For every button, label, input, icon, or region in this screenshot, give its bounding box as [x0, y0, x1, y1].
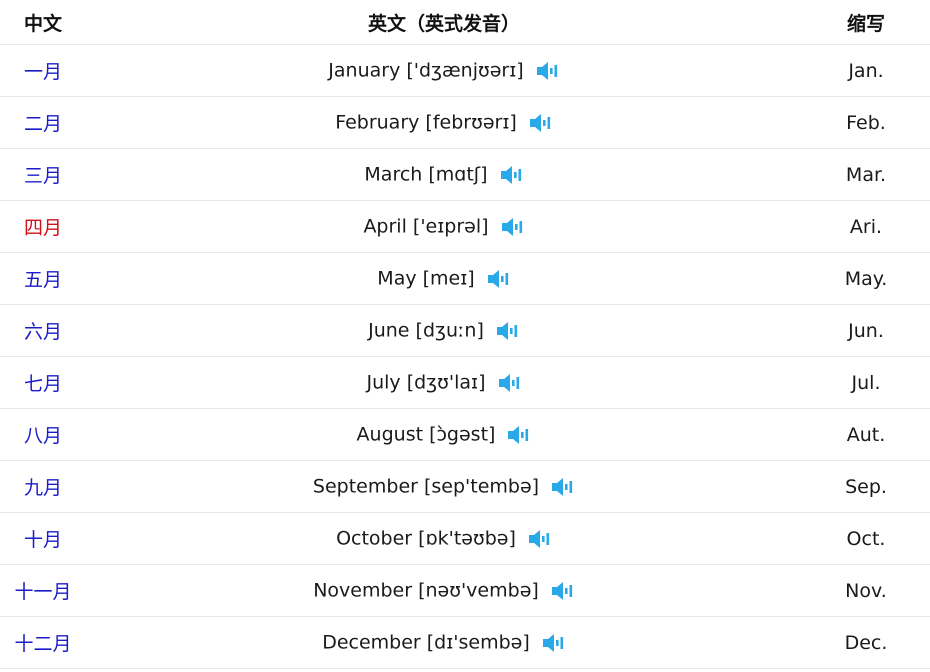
month-abbreviation: Jan. [802, 44, 930, 97]
month-chinese: 一月 [0, 44, 86, 97]
table-row: 七月 July [dʒʊ'laɪ] Jul. [0, 356, 930, 409]
table-row: 五月 May [meɪ] May. [0, 252, 930, 305]
month-abbreviation: Ari. [802, 200, 930, 253]
speaker-icon[interactable] [542, 632, 566, 654]
speaker-icon[interactable] [501, 216, 525, 238]
month-chinese: 九月 [0, 460, 86, 513]
table-row: 三月 March [mɑtʃ] Mar. [0, 148, 930, 201]
month-english-cell: January ['dʒænjʊərɪ] [86, 44, 802, 97]
month-abbreviation: Sep. [802, 460, 930, 513]
month-abbreviation: Nov. [802, 564, 930, 617]
speaker-icon[interactable] [536, 60, 560, 82]
header-abbreviation: 缩写 [802, 0, 930, 45]
month-chinese: 六月 [0, 304, 86, 357]
month-english: February [febrʊərɪ] [335, 111, 517, 134]
month-chinese: 七月 [0, 356, 86, 409]
month-chinese: 二月 [0, 96, 86, 149]
months-table: 中文 英文（英式发音） 缩写 一月 January ['dʒænjʊərɪ] Jan… [0, 0, 930, 669]
month-abbreviation: Dec. [802, 616, 930, 669]
month-chinese: 三月 [0, 148, 86, 201]
month-english-cell: July [dʒʊ'laɪ] [86, 356, 802, 409]
table-row: 四月 April ['eɪprəl] Ari. [0, 200, 930, 253]
month-abbreviation: Oct. [802, 512, 930, 565]
month-english: December [dɪ'sembə] [322, 631, 530, 654]
month-english-cell: December [dɪ'sembə] [86, 616, 802, 669]
month-abbreviation: Feb. [802, 96, 930, 149]
month-chinese: 十一月 [0, 564, 86, 617]
month-english-cell: November [nəʊ'vembə] [86, 564, 802, 617]
month-chinese: 十二月 [0, 616, 86, 669]
month-chinese: 五月 [0, 252, 86, 305]
speaker-icon[interactable] [496, 320, 520, 342]
month-english-cell: September [sep'tembə] [86, 460, 802, 513]
month-abbreviation: Mar. [802, 148, 930, 201]
month-english-cell: March [mɑtʃ] [86, 148, 802, 201]
speaker-icon[interactable] [551, 476, 575, 498]
header-english: 英文（英式发音） [86, 0, 802, 45]
month-english: August [ɔ̀gəst] [356, 423, 496, 446]
table-row: 十月 October [ɒk'təʊbə] Oct. [0, 512, 930, 565]
speaker-icon[interactable] [529, 112, 553, 134]
table-row: 一月 January ['dʒænjʊərɪ] Jan. [0, 44, 930, 97]
month-abbreviation: Aut. [802, 408, 930, 461]
month-english: September [sep'tembə] [312, 475, 540, 498]
month-chinese: 十月 [0, 512, 86, 565]
speaker-icon[interactable] [528, 528, 552, 550]
month-english: January ['dʒænjʊərɪ] [328, 59, 524, 82]
month-english-cell: June [dʒuːn] [86, 304, 802, 357]
month-english-cell: February [febrʊərɪ] [86, 96, 802, 149]
month-chinese: 四月 [0, 200, 86, 253]
month-english-cell: April ['eɪprəl] [86, 200, 802, 253]
month-english: October [ɒk'təʊbə] [336, 527, 516, 550]
table-row: 十一月 November [nəʊ'vembə] Nov. [0, 564, 930, 617]
table-row: 八月 August [ɔ̀gəst] Aut. [0, 408, 930, 461]
table-row: 二月 February [febrʊərɪ] Feb. [0, 96, 930, 149]
month-english-cell: August [ɔ̀gəst] [86, 408, 802, 461]
table-row: 六月 June [dʒuːn] Jun. [0, 304, 930, 357]
month-english: March [mɑtʃ] [364, 163, 488, 186]
month-chinese: 八月 [0, 408, 86, 461]
speaker-icon[interactable] [507, 424, 531, 446]
month-english: June [dʒuːn] [368, 319, 484, 342]
table-row: 九月 September [sep'tembə] Sep. [0, 460, 930, 513]
month-english: April ['eɪprəl] [363, 215, 489, 238]
speaker-icon[interactable] [498, 372, 522, 394]
month-english: July [dʒʊ'laɪ] [366, 371, 486, 394]
table-row: 十二月 December [dɪ'sembə] Dec. [0, 616, 930, 669]
header-chinese: 中文 [0, 0, 86, 45]
speaker-icon[interactable] [487, 268, 511, 290]
month-english: May [meɪ] [377, 267, 475, 290]
speaker-icon[interactable] [500, 164, 524, 186]
month-english-cell: May [meɪ] [86, 252, 802, 305]
month-abbreviation: Jun. [802, 304, 930, 357]
month-abbreviation: Jul. [802, 356, 930, 409]
month-english: November [nəʊ'vembə] [313, 579, 539, 602]
month-abbreviation: May. [802, 252, 930, 305]
speaker-icon[interactable] [551, 580, 575, 602]
month-english-cell: October [ɒk'təʊbə] [86, 512, 802, 565]
header-row: 中文 英文（英式发音） 缩写 [0, 0, 930, 45]
